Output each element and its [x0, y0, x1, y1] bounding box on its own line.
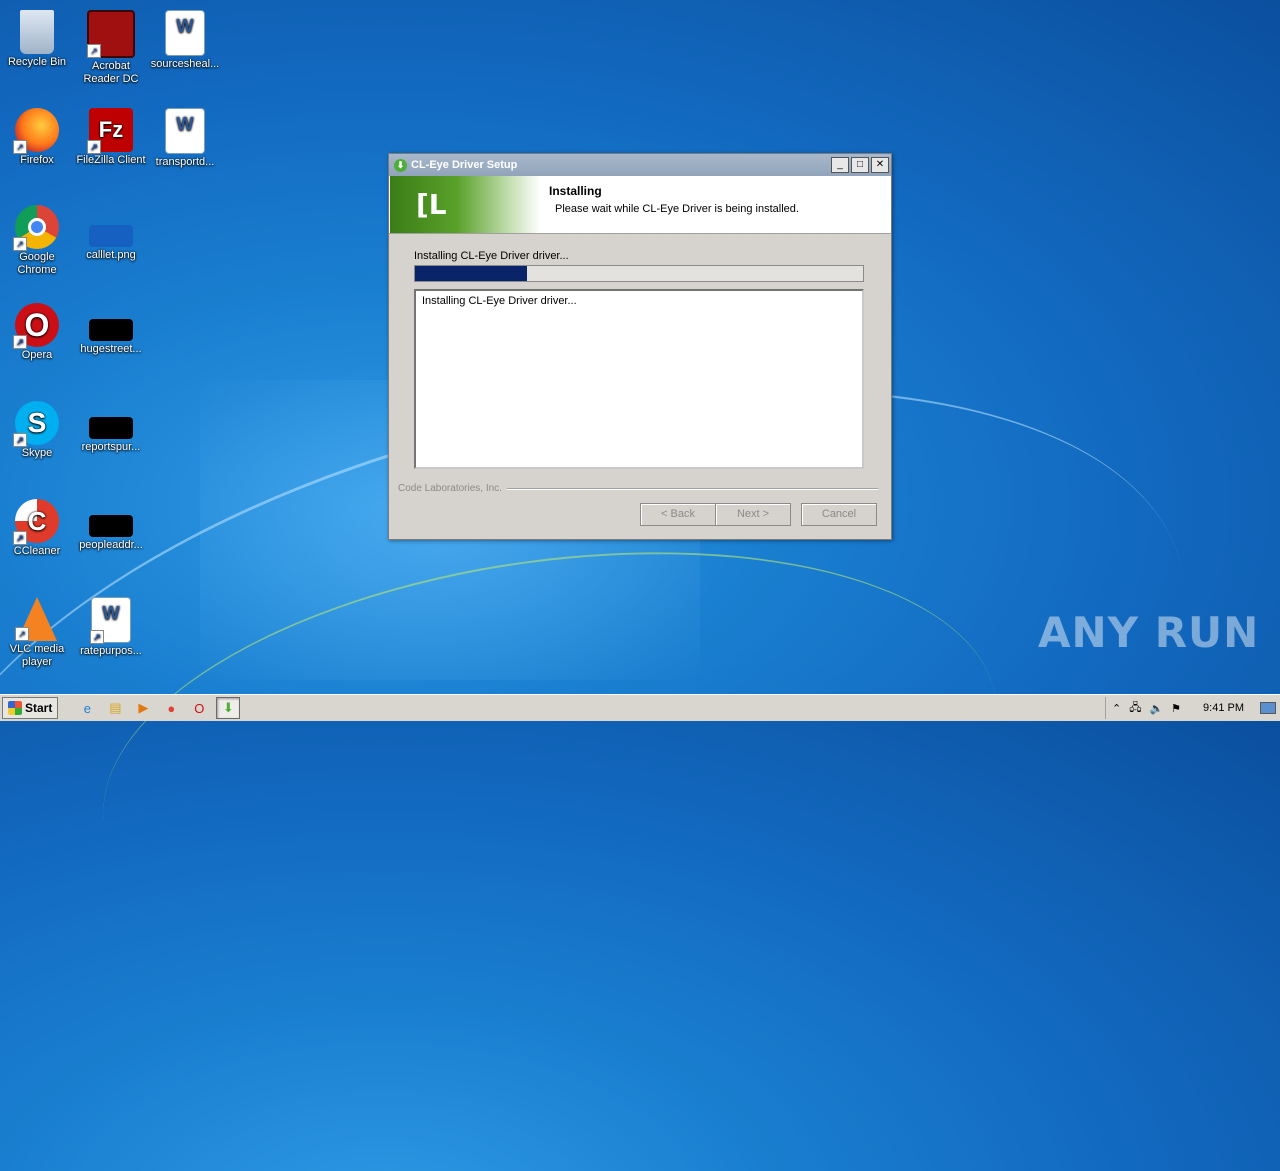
desktop-icon-chrome[interactable]: ↗ Google Chrome — [0, 199, 74, 277]
desktop-icon-transportd[interactable]: W transportd... — [148, 102, 222, 169]
desktop-icon-firefox[interactable]: ↗ Firefox — [0, 102, 74, 167]
start-button[interactable]: Start — [2, 697, 59, 719]
black-file-icon — [89, 515, 133, 537]
show-desktop-icon[interactable] — [1260, 702, 1276, 714]
install-status-label: Installing CL-Eye Driver driver... — [414, 250, 569, 262]
desktop-icon-filezilla[interactable]: Fz ↗ FileZilla Client — [74, 102, 148, 167]
log-line: Installing CL-Eye Driver driver... — [422, 295, 577, 307]
internet-explorer-icon[interactable]: e — [76, 698, 98, 718]
shortcut-arrow-icon: ↗ — [87, 140, 101, 154]
wizard-header: [L Installing Please wait while CL-Eye D… — [389, 176, 891, 234]
brand-text: Code Laboratories, Inc. — [398, 483, 502, 494]
header-title: Installing — [549, 184, 602, 198]
desktop-icon-calllet[interactable]: calllet.png — [74, 199, 148, 262]
desktop-icon-reportspur[interactable]: reportspur... — [74, 395, 148, 454]
tray-expand-icon[interactable]: ⌃ — [1112, 702, 1121, 715]
install-progress-bar — [414, 265, 864, 282]
recycle-bin-icon — [20, 10, 54, 54]
minimize-button[interactable]: _ — [831, 157, 849, 173]
volume-icon[interactable]: 🔈 — [1149, 702, 1163, 715]
shortcut-arrow-icon: ↗ — [15, 627, 29, 641]
next-button[interactable]: Next > — [715, 503, 791, 526]
back-button[interactable]: < Back — [640, 503, 716, 526]
brand-footer: Code Laboratories, Inc. — [398, 483, 878, 494]
shortcut-arrow-icon: ↗ — [87, 44, 101, 58]
network-icon[interactable]: 🖧 — [1129, 699, 1141, 718]
shortcut-arrow-icon: ↗ — [13, 531, 27, 545]
desktop-icon-ccleaner[interactable]: C ↗ CCleaner — [0, 493, 74, 558]
close-button[interactable]: ✕ — [871, 157, 889, 173]
word-document-icon: W — [165, 10, 205, 56]
ccleaner-icon: C ↗ — [13, 499, 59, 545]
opera-icon: O ↗ — [13, 303, 59, 349]
black-file-icon — [89, 319, 133, 341]
desktop-icon-ratepurpos[interactable]: W ↗ ratepurpos... — [74, 591, 148, 658]
window-title: CL-Eye Driver Setup — [411, 159, 518, 171]
action-center-flag-icon[interactable]: ⚑ — [1171, 702, 1181, 715]
black-file-icon — [89, 417, 133, 439]
desktop-icon-sourcesheal[interactable]: W sourcesheal... — [148, 4, 222, 71]
brand-divider — [506, 487, 878, 490]
window-titlebar[interactable]: ⬇ CL-Eye Driver Setup _ □ ✕ — [389, 154, 891, 176]
shortcut-arrow-icon: ↗ — [90, 630, 104, 644]
shortcut-arrow-icon: ↗ — [13, 335, 27, 349]
system-tray: ⌃ 🖧 🔈 ⚑ 9:41 PM — [1104, 697, 1280, 719]
desktop-icon-vlc[interactable]: ↗ VLC media player — [0, 591, 74, 669]
chrome-center-icon — [28, 218, 46, 236]
desktop-icon-acrobat[interactable]: ↗ Acrobat Reader DC — [74, 4, 148, 86]
media-player-icon[interactable]: ▶ — [132, 698, 154, 718]
vlc-cone-icon: ↗ — [15, 597, 57, 641]
shortcut-arrow-icon: ↗ — [13, 140, 27, 154]
shortcut-arrow-icon: ↗ — [13, 433, 27, 447]
desktop-icon-recycle-bin[interactable]: Recycle Bin — [0, 4, 74, 69]
header-subtitle: Please wait while CL-Eye Driver is being… — [555, 203, 799, 215]
header-banner — [390, 176, 540, 233]
filezilla-icon: Fz ↗ — [87, 108, 133, 154]
install-details-log[interactable]: Installing CL-Eye Driver driver... — [414, 289, 864, 469]
word-document-icon: W ↗ — [90, 597, 131, 644]
maximize-button[interactable]: □ — [851, 157, 869, 173]
image-file-icon — [89, 225, 133, 247]
progress-fill — [415, 266, 527, 281]
cancel-button[interactable]: Cancel — [801, 503, 877, 526]
file-explorer-icon[interactable]: ▤ — [104, 698, 126, 718]
chrome-taskbar-icon[interactable]: ● — [160, 698, 182, 718]
firefox-icon: ↗ — [13, 108, 59, 154]
watermark-logo: ANY RUN — [1038, 608, 1260, 657]
word-document-icon: W — [165, 108, 205, 154]
taskbar: Start e ▤ ▶ ● O ⬇ ⌃ 🖧 🔈 ⚑ 9:41 PM — [0, 694, 1280, 721]
desktop-icon-peopleaddr[interactable]: peopleaddr... — [74, 493, 148, 552]
clock[interactable]: 9:41 PM — [1203, 702, 1244, 714]
shortcut-arrow-icon: ↗ — [13, 237, 27, 251]
opera-taskbar-icon[interactable]: O — [188, 698, 210, 718]
windows-logo-icon — [8, 701, 22, 715]
start-label: Start — [25, 701, 53, 715]
installer-taskbar-icon[interactable]: ⬇ — [216, 697, 241, 719]
desktop-icon-skype[interactable]: S ↗ Skype — [0, 395, 74, 460]
acrobat-icon: ↗ — [87, 10, 135, 58]
installer-app-icon: ⬇ — [394, 158, 407, 172]
skype-icon: S ↗ — [13, 401, 59, 447]
desktop-icon-opera[interactable]: O ↗ Opera — [0, 297, 74, 362]
cl-logo-icon: [L — [416, 188, 447, 221]
setup-window: ⬇ CL-Eye Driver Setup _ □ ✕ [L Installin… — [388, 153, 892, 540]
chrome-icon: ↗ — [13, 205, 59, 251]
desktop-icon-hugestreet[interactable]: hugestreet... — [74, 297, 148, 356]
